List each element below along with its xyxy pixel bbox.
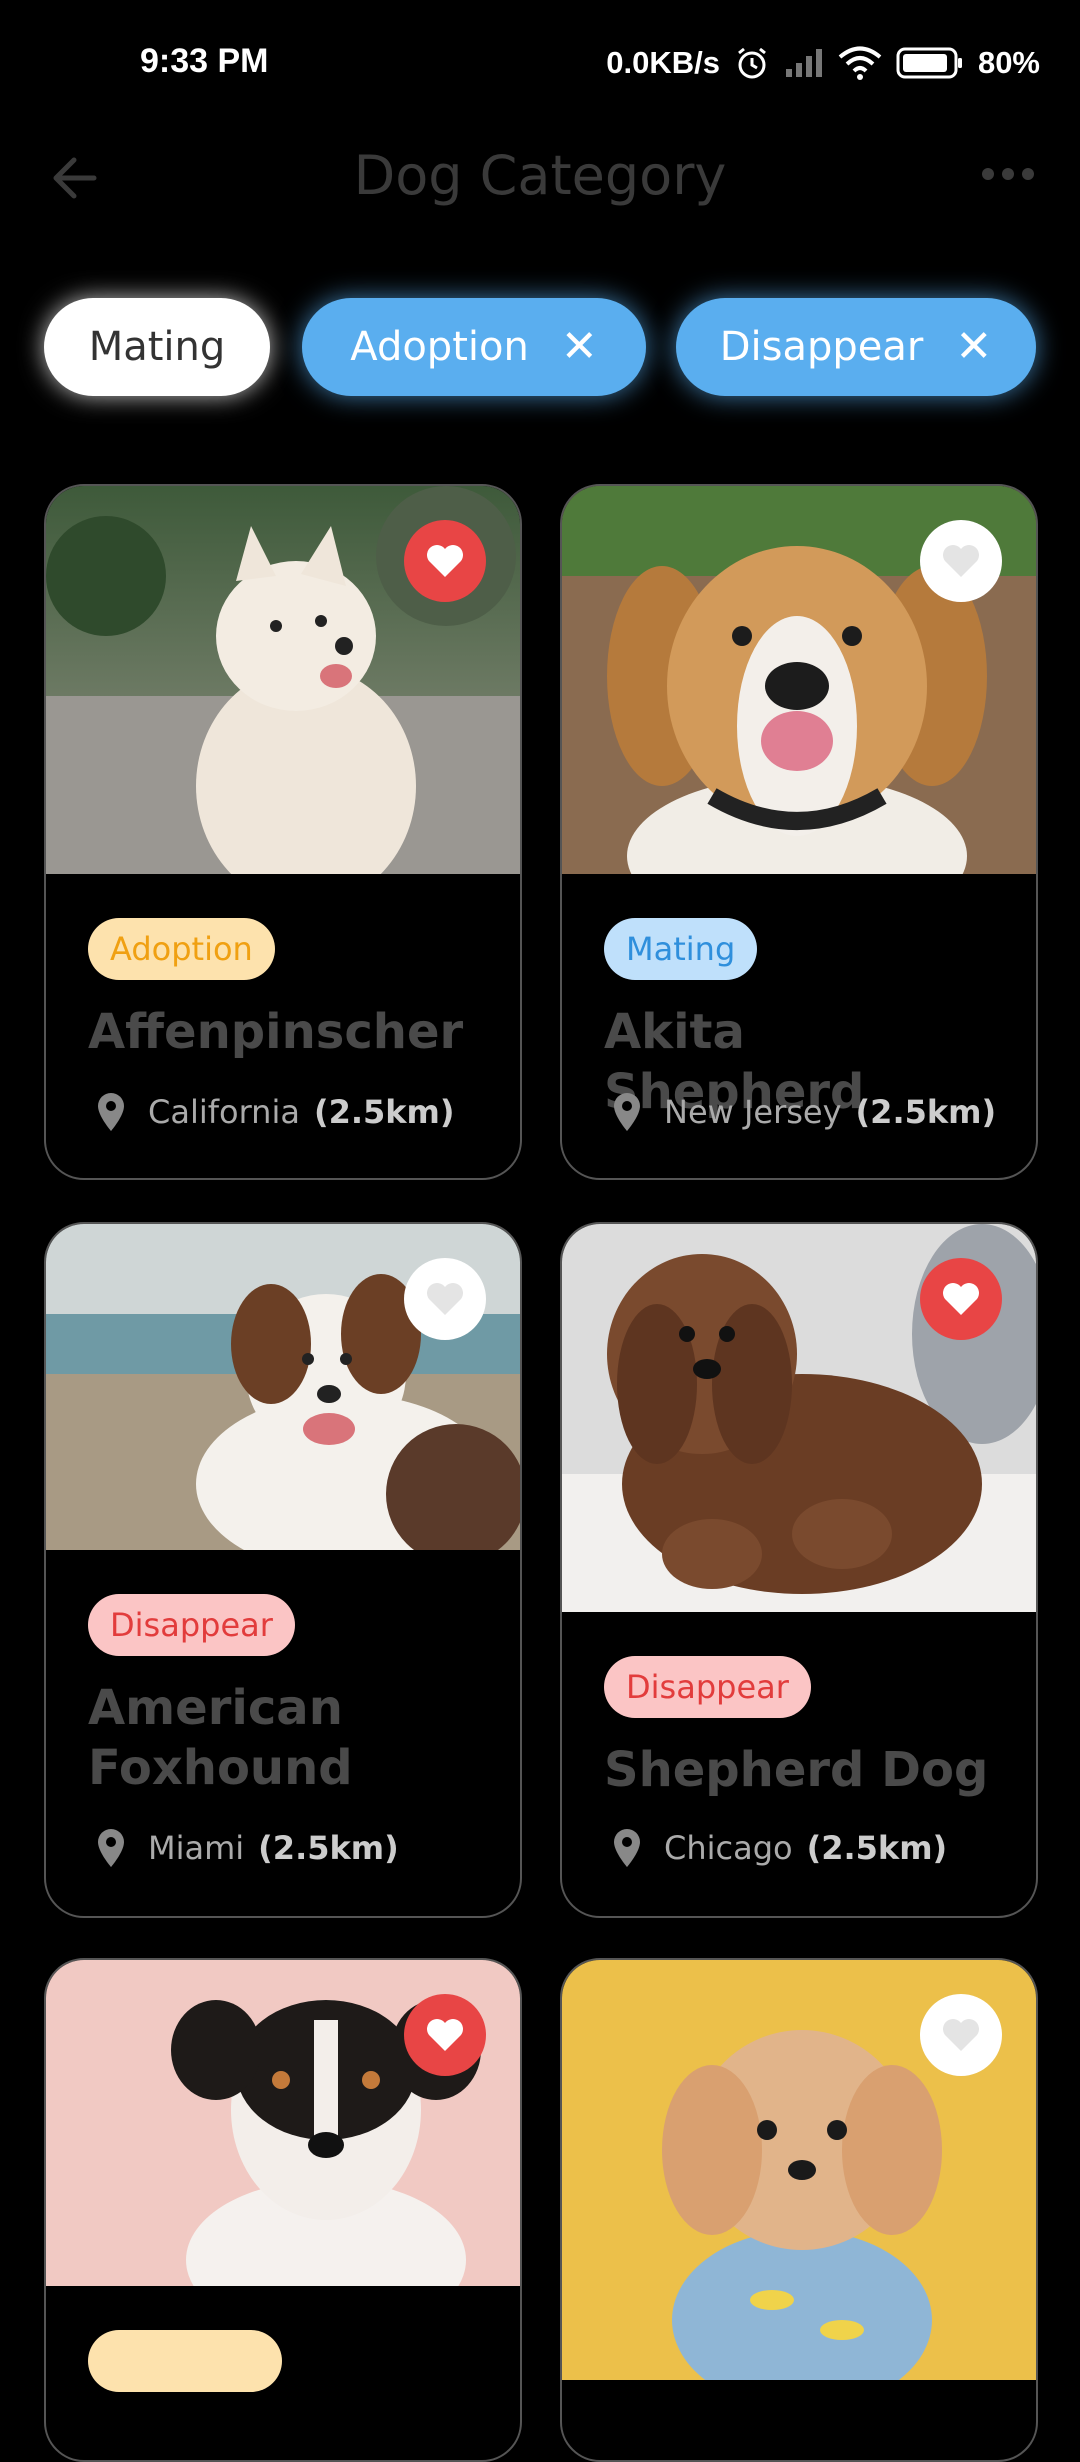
favorite-button[interactable] xyxy=(404,1994,486,2076)
location-city: Chicago xyxy=(664,1829,793,1867)
favorite-button[interactable] xyxy=(920,1258,1002,1340)
close-icon[interactable]: ✕ xyxy=(561,325,598,369)
dog-photo xyxy=(562,486,1036,874)
status-bar: 9:33 PM 0.0KB/s 80% xyxy=(0,0,1080,120)
heart-icon xyxy=(943,545,979,577)
dog-location: California (2.5km) xyxy=(96,1090,455,1134)
dog-name: Affenpinscher xyxy=(88,1004,464,1060)
close-icon[interactable]: ✕ xyxy=(955,325,992,369)
dog-name: American Foxhound xyxy=(88,1680,353,1796)
more-button[interactable] xyxy=(980,164,1040,194)
more-dots-icon xyxy=(982,168,1034,180)
dog-card[interactable]: Disappear American Foxhound Miami (2.5km… xyxy=(44,1222,522,1918)
location-distance: (2.5km) xyxy=(806,1829,948,1867)
network-speed: 0.0KB/s xyxy=(606,45,720,80)
heart-icon xyxy=(427,545,463,577)
location-city: New Jersey xyxy=(664,1093,842,1131)
dog-location: Miami (2.5km) xyxy=(96,1826,399,1870)
filter-chip-mating[interactable]: Mating xyxy=(44,298,270,396)
dog-photo xyxy=(562,1224,1036,1612)
dog-card[interactable] xyxy=(560,1958,1038,2462)
dog-photo xyxy=(562,1960,1036,2380)
location-city: California xyxy=(148,1093,300,1131)
filter-chip-disappear[interactable]: Disappear ✕ xyxy=(676,298,1036,396)
dog-photo xyxy=(46,1224,520,1550)
status-icons: 0.0KB/s 80% xyxy=(606,40,1040,86)
favorite-button[interactable] xyxy=(404,520,486,602)
dog-photo xyxy=(46,486,520,874)
dog-name: Shepherd Dog xyxy=(604,1742,989,1798)
favorite-button[interactable] xyxy=(404,1258,486,1340)
battery-icon xyxy=(896,46,964,80)
location-pin-icon xyxy=(96,1092,126,1132)
wifi-icon xyxy=(838,46,882,80)
heart-icon xyxy=(943,1283,979,1315)
location-distance: (2.5km) xyxy=(313,1093,455,1131)
dog-card[interactable] xyxy=(44,1958,522,2462)
category-tag: Disappear xyxy=(604,1656,811,1718)
dog-card[interactable]: Disappear Shepherd Dog Chicago (2.5km) xyxy=(560,1222,1038,1918)
filter-chip-label: Mating xyxy=(88,324,226,370)
location-pin-icon xyxy=(612,1092,642,1132)
dog-photo xyxy=(46,1960,520,2286)
signal-icon xyxy=(784,47,824,79)
favorite-button[interactable] xyxy=(920,520,1002,602)
category-tag: Mating xyxy=(604,918,758,980)
heart-icon xyxy=(427,2019,463,2051)
dog-location: Chicago (2.5km) xyxy=(612,1826,947,1870)
filter-chip-adoption[interactable]: Adoption ✕ xyxy=(302,298,646,396)
location-distance: (2.5km) xyxy=(855,1093,997,1131)
dog-location: New Jersey (2.5km) xyxy=(612,1090,996,1134)
category-tag: Disappear xyxy=(88,1594,295,1656)
location-pin-icon xyxy=(612,1828,642,1868)
location-city: Miami xyxy=(148,1829,245,1867)
battery-percent: 80% xyxy=(977,45,1040,80)
heart-icon xyxy=(427,1283,463,1315)
dog-card[interactable]: Mating Akita Shepherd New Jersey (2.5km) xyxy=(560,484,1038,1180)
filter-chip-label: Adoption xyxy=(350,324,529,370)
dog-card[interactable]: Adoption Affenpinscher California (2.5km… xyxy=(44,484,522,1180)
location-pin-icon xyxy=(96,1828,126,1868)
alarm-icon xyxy=(734,45,770,81)
favorite-button[interactable] xyxy=(920,1994,1002,2076)
filter-chip-label: Disappear xyxy=(719,324,924,370)
heart-icon xyxy=(943,2019,979,2051)
location-distance: (2.5km) xyxy=(258,1829,399,1867)
status-time: 9:33 PM xyxy=(140,42,269,80)
category-tag xyxy=(88,2330,282,2392)
page-title: Dog Category xyxy=(353,144,727,207)
category-tag: Adoption xyxy=(88,918,275,980)
app-header: Dog Category xyxy=(0,130,1080,230)
